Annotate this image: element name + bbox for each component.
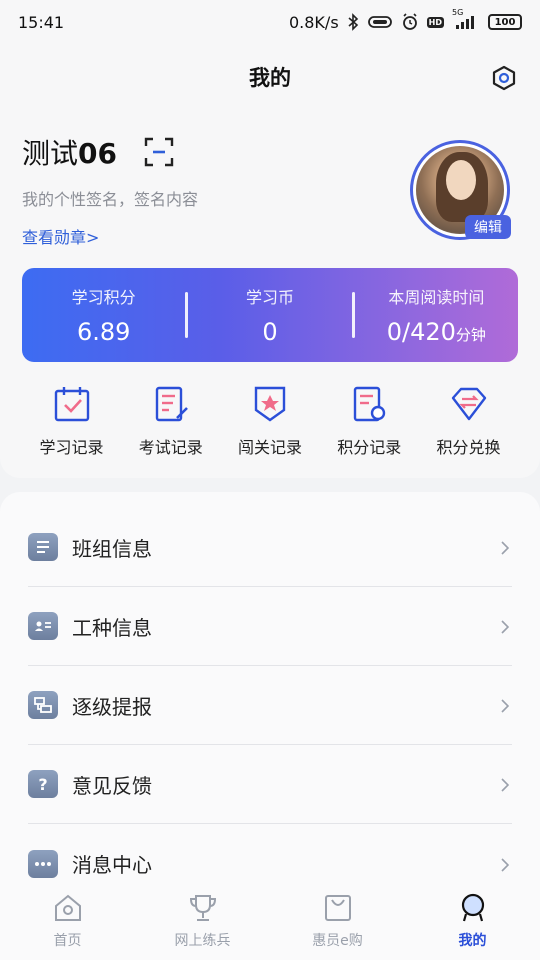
quick-action-label: 积分记录 (337, 438, 402, 457)
status-indicators: 0.8K/s HD 5G 100 (288, 8, 522, 32)
hd-icon: HD (426, 16, 444, 28)
signal-icon: 5G (452, 8, 480, 30)
chevron-right-icon (498, 540, 512, 555)
page-title: 我的 (249, 66, 291, 90)
quick-action-exam-record[interactable]: 考试记录 (121, 384, 220, 464)
menu-item-escalation[interactable]: 逐级提报 (28, 666, 512, 745)
menu-item-team-info[interactable]: 班组信息 (28, 508, 512, 587)
nav-shopping[interactable]: 惠员e购 (278, 892, 398, 950)
nav-home[interactable]: 首页 (8, 892, 128, 950)
signal-label: 5G (452, 8, 464, 17)
nav-label: 首页 (53, 933, 82, 949)
settings-icon[interactable] (490, 64, 518, 92)
menu-item-label: 消息中心 (72, 853, 152, 877)
trophy-icon (187, 892, 219, 924)
menu-item-feedback[interactable]: ? 意见反馈 (28, 745, 512, 824)
avatar[interactable]: 编辑 (410, 140, 511, 240)
hierarchy-icon (28, 691, 58, 719)
stats-card: 学习积分 6.89 学习币 0 本周阅读时间 0/420分钟 (22, 268, 518, 362)
diamond-exchange-icon (449, 384, 489, 424)
chevron-right-icon (498, 619, 512, 634)
chevron-right-icon (498, 857, 512, 872)
question-icon: ? (28, 770, 58, 798)
nav-label: 惠员e购 (312, 933, 363, 949)
edit-document-icon (151, 384, 191, 424)
stat-divider (351, 292, 355, 338)
status-time: 15:41 (18, 12, 65, 32)
stat-label: 学习币 (245, 288, 294, 307)
stat-value-wrap: 0/420分钟 (387, 318, 486, 346)
edit-profile-button[interactable]: 编辑 (465, 215, 511, 239)
view-medals-link[interactable]: 查看勋章> (22, 224, 99, 248)
alarm-icon (401, 13, 419, 31)
quick-action-points-exchange[interactable]: 积分兑换 (419, 384, 518, 464)
username-row: 测试06 (22, 132, 422, 172)
username: 测试06 (22, 137, 117, 170)
record-search-icon (349, 384, 389, 424)
shopping-bag-icon (322, 892, 354, 924)
quick-action-label: 学习记录 (39, 438, 104, 457)
status-bar: 15:41 0.8K/s HD 5G 100 (0, 0, 540, 44)
menu-item-job-info[interactable]: 工种信息 (28, 587, 512, 666)
battery-icon: 100 (488, 14, 522, 30)
quick-action-label: 积分兑换 (436, 438, 501, 457)
network-speed: 0.8K/s (288, 12, 339, 32)
bluetooth-icon (347, 13, 359, 31)
quick-action-label: 闯关记录 (237, 438, 302, 457)
message-dots-icon (28, 849, 58, 878)
stat-learning-coins[interactable]: 学习币 0 (188, 284, 351, 346)
stat-divider (185, 292, 189, 338)
nav-label: 我的 (458, 933, 487, 949)
bottom-nav: 首页 网上练兵 惠员e购 我的 (0, 882, 540, 960)
scan-icon[interactable] (143, 136, 175, 168)
signature: 我的个性签名，签名内容 (22, 190, 199, 209)
stat-value: 6.89 (76, 318, 131, 346)
stat-unit: 分钟 (455, 326, 486, 344)
chevron-right-icon (498, 777, 512, 792)
quick-action-label: 考试记录 (138, 438, 203, 457)
quick-actions: 学习记录 考试记录 闯关记录 积分记录 积分兑换 (22, 384, 518, 464)
quick-action-points-record[interactable]: 积分记录 (320, 384, 419, 464)
menu-item-label: 意见反馈 (72, 773, 152, 798)
list-icon (28, 533, 58, 561)
vibrate-icon (367, 14, 393, 30)
shield-star-icon (250, 384, 290, 424)
profile-section: 测试06 我的个性签名，签名内容 查看勋章> (22, 132, 422, 248)
stat-label: 本周阅读时间 (388, 288, 485, 307)
chevron-right-icon (498, 698, 512, 713)
stat-value: 0 (262, 318, 278, 346)
calendar-check-icon (52, 384, 92, 424)
quick-action-study-record[interactable]: 学习记录 (22, 384, 121, 464)
nav-online-training[interactable]: 网上练兵 (143, 892, 263, 950)
stat-weekly-reading[interactable]: 本周阅读时间 0/420分钟 (355, 284, 518, 346)
nav-profile[interactable]: 我的 (413, 892, 533, 950)
quick-action-level-record[interactable]: 闯关记录 (221, 384, 320, 464)
stat-learning-points[interactable]: 学习积分 6.89 (22, 284, 185, 346)
menu-item-label: 工种信息 (72, 615, 152, 640)
home-icon (52, 892, 84, 924)
profile-icon (457, 892, 489, 924)
menu-item-label: 逐级提报 (72, 694, 152, 719)
nav-label: 网上练兵 (174, 933, 231, 949)
stat-label: 学习积分 (71, 288, 136, 307)
id-card-icon (28, 612, 58, 640)
stat-value: 0/420 (386, 318, 456, 346)
menu-item-label: 班组信息 (72, 536, 152, 561)
header: 我的 (0, 54, 540, 100)
